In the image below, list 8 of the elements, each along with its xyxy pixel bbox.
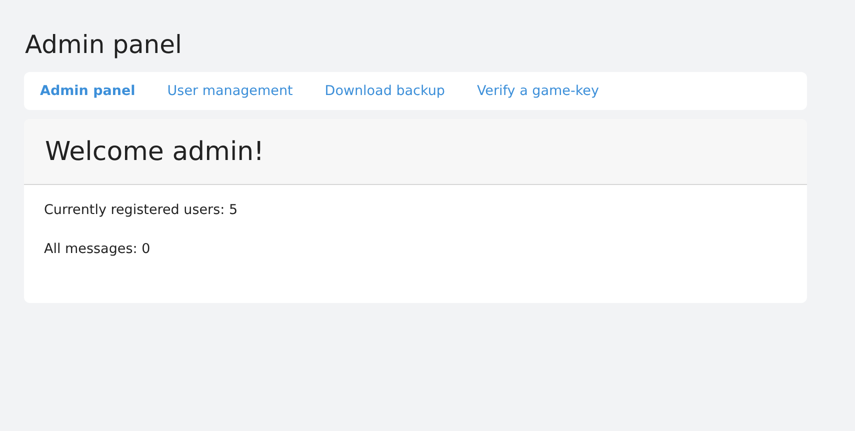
stat-text: All messages: 0 [44,240,152,258]
nav-link[interactable]: Download backup [324,83,445,99]
stat-text: Currently registered users: 5 [44,201,239,219]
nav-link[interactable]: Admin panel [40,83,136,99]
nav-link[interactable]: User management [167,83,293,99]
page-title: Admin panel [25,29,183,61]
card-heading: Welcome admin! [45,136,264,166]
nav-link[interactable]: Verify a game-key [477,83,599,99]
